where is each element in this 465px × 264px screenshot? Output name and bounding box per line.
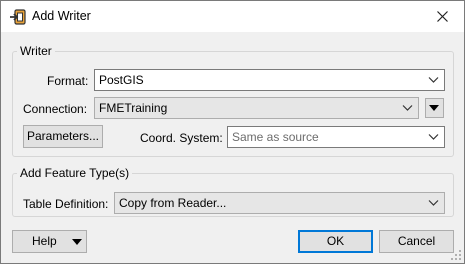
writer-group-legend: Writer <box>20 44 52 58</box>
triangle-down-icon <box>72 239 82 245</box>
title-bar[interactable]: Add Writer <box>1 1 464 32</box>
coord-system-label: Coord. System: <box>140 131 223 145</box>
connection-menu-button[interactable] <box>425 98 444 118</box>
add-writer-icon <box>10 9 26 25</box>
dialog-title: Add Writer <box>32 9 91 23</box>
resize-grip-icon[interactable] <box>451 250 462 261</box>
coord-system-value: Same as source <box>232 130 319 144</box>
format-value: PostGIS <box>99 73 144 87</box>
feature-type-group-legend: Add Feature Type(s) <box>20 166 130 180</box>
cancel-button[interactable]: Cancel <box>379 230 454 253</box>
chevron-down-icon <box>428 77 439 83</box>
close-icon <box>436 11 448 23</box>
triangle-down-icon <box>429 105 439 111</box>
connection-value: FMETraining <box>99 101 168 115</box>
connection-label: Connection: <box>23 102 88 116</box>
connection-dropdown[interactable]: FMETraining <box>94 97 419 119</box>
add-writer-dialog: Add Writer Writer Format: PostGIS Connec… <box>0 0 465 264</box>
ok-button[interactable]: OK <box>298 230 373 253</box>
table-definition-label: Table Definition: <box>23 197 109 211</box>
close-button[interactable] <box>420 1 464 32</box>
help-button-label: Help <box>32 234 57 248</box>
chevron-down-icon <box>402 105 413 111</box>
format-label: Format: <box>47 74 89 88</box>
table-definition-dropdown[interactable]: Copy from Reader... <box>114 192 445 214</box>
format-dropdown[interactable]: PostGIS <box>94 69 445 91</box>
chevron-down-icon <box>428 200 439 206</box>
table-definition-value: Copy from Reader... <box>119 196 227 210</box>
coord-system-dropdown[interactable]: Same as source <box>227 126 445 148</box>
parameters-button[interactable]: Parameters... <box>23 125 103 148</box>
help-button[interactable]: Help <box>12 230 87 253</box>
chevron-down-icon <box>428 134 439 140</box>
